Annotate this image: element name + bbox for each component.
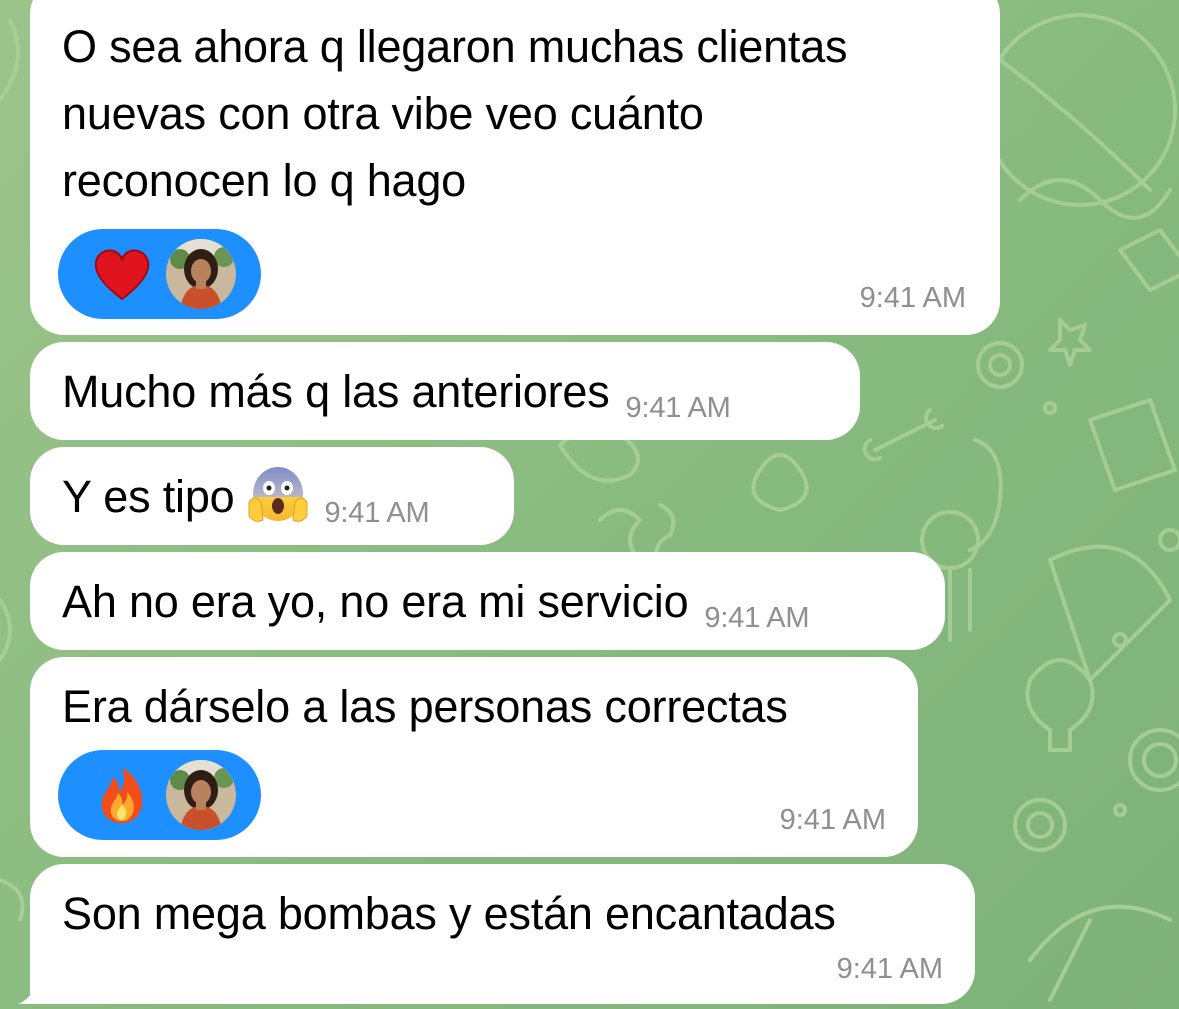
fire-icon [101, 767, 143, 823]
message-text: Son mega bombas y están encantadas [62, 888, 836, 939]
message-text: O sea ahora q llegaron muchas clientas n… [62, 21, 848, 206]
message-timestamp: 9:41 AM [625, 392, 731, 424]
message-timestamp: 9:41 AM [779, 804, 886, 836]
message-text: Ah no era yo, no era mi servicio [62, 576, 689, 627]
message-timestamp: 9:41 AM [859, 282, 966, 314]
heart-icon [94, 249, 150, 301]
message-timestamp: 9:41 AM [704, 602, 810, 634]
message-timestamp: 9:41 AM [324, 497, 430, 529]
reaction-pill[interactable] [58, 229, 261, 319]
reactor-avatar[interactable] [164, 237, 238, 311]
bubble-tail [18, 978, 54, 1004]
message-bubble[interactable]: Y es tipo 9:41 AM [30, 447, 514, 545]
message-bubble[interactable]: Mucho más q las anteriores 9:41 AM [30, 342, 860, 440]
message-bubble[interactable]: Ah no era yo, no era mi servicio 9:41 AM [30, 552, 945, 650]
reactor-avatar[interactable] [164, 758, 238, 832]
reaction-pill[interactable] [58, 750, 261, 840]
message-text: Y es tipo [62, 471, 235, 522]
scream-emoji-icon [248, 467, 307, 522]
message-bubble[interactable]: O sea ahora q llegaron muchas clientas n… [30, 0, 1000, 335]
message-text: Era dárselo a las personas correctas [62, 681, 788, 732]
message-text: Mucho más q las anteriores [62, 366, 610, 417]
message-bubble[interactable]: Son mega bombas y están encantadas 9:41 … [30, 864, 975, 1004]
message-timestamp: 9:41 AM [836, 953, 943, 985]
message-bubble[interactable]: Era dárselo a las personas correctas 9:4… [30, 657, 918, 857]
